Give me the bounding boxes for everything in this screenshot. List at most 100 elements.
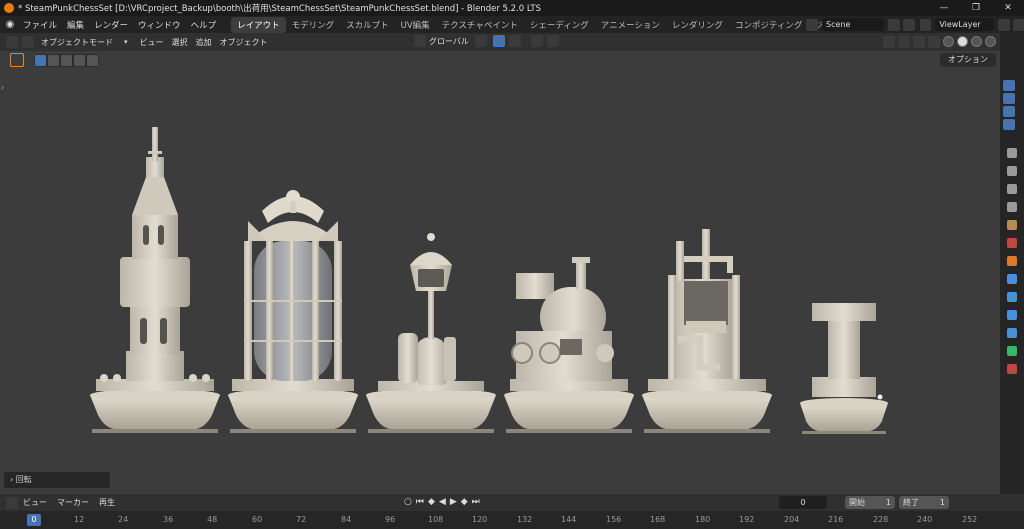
close-button[interactable]: ✕ bbox=[992, 0, 1024, 16]
physics-tab-icon[interactable] bbox=[1007, 310, 1017, 320]
ruler-tick: 168 bbox=[650, 515, 666, 524]
timeline-ruler[interactable]: 0 12 24 36 48 60 72 84 96 108 120 132 14… bbox=[0, 511, 1024, 529]
gizmo-icon[interactable] bbox=[898, 36, 910, 48]
material-shading-icon[interactable] bbox=[971, 36, 982, 47]
transform-orientation-dropdown[interactable]: グローバル bbox=[429, 36, 469, 47]
material-tab-icon[interactable] bbox=[1007, 364, 1017, 374]
pawn-piece[interactable] bbox=[800, 303, 888, 434]
object-tab-icon[interactable] bbox=[1007, 256, 1017, 266]
scene-name-field[interactable]: Scene bbox=[822, 18, 884, 31]
current-frame-field[interactable]: 0 bbox=[779, 496, 827, 509]
jump-start-icon[interactable]: ⏮ bbox=[416, 497, 424, 507]
overlay-icon[interactable] bbox=[913, 36, 925, 48]
constraints-tab-icon[interactable] bbox=[1007, 328, 1017, 338]
tab-modeling[interactable]: モデリング bbox=[286, 17, 341, 33]
snap-target-icon[interactable] bbox=[508, 35, 521, 47]
prev-keyframe-icon[interactable]: ◆ bbox=[428, 497, 435, 507]
timeline-menu-marker[interactable]: マーカー bbox=[52, 497, 94, 508]
editor-type-icon[interactable] bbox=[6, 36, 18, 48]
timeline-menu-view[interactable]: ビュー bbox=[18, 497, 52, 508]
output-tab-icon[interactable] bbox=[1007, 184, 1017, 194]
tab-compositing[interactable]: コンポジティング bbox=[729, 17, 809, 33]
viewlayer-name-field[interactable]: ViewLayer bbox=[935, 18, 995, 31]
play-icon[interactable]: ▶ bbox=[450, 497, 457, 507]
tab-animation[interactable]: アニメーション bbox=[595, 17, 666, 33]
new-viewlayer-icon[interactable] bbox=[998, 18, 1010, 31]
particles-tab-icon[interactable] bbox=[1007, 292, 1017, 302]
tab-uv-editing[interactable]: UV編集 bbox=[395, 17, 436, 33]
maximize-button[interactable]: ❐ bbox=[960, 0, 992, 16]
camera-view-icon[interactable] bbox=[1003, 106, 1015, 117]
scene-tab-icon[interactable] bbox=[1007, 220, 1017, 230]
snap-toggle-icon[interactable] bbox=[492, 35, 505, 47]
bishop-piece[interactable] bbox=[366, 233, 496, 433]
tab-shading[interactable]: シェーディング bbox=[524, 17, 595, 33]
menu-window[interactable]: ウィンドウ bbox=[133, 19, 186, 31]
scene-selector[interactable]: Scene bbox=[806, 17, 916, 32]
select-subtract-icon[interactable] bbox=[61, 54, 72, 66]
viewport-menu-object[interactable]: オブジェクト bbox=[216, 37, 272, 48]
modifier-tab-icon[interactable] bbox=[1007, 274, 1017, 284]
playback-dropdown[interactable]: 再生 bbox=[94, 497, 120, 508]
king-piece[interactable] bbox=[90, 127, 220, 433]
wireframe-shading-icon[interactable] bbox=[943, 36, 954, 47]
last-operator-panel[interactable]: › 回転 bbox=[4, 472, 110, 488]
timeline-editor-icon[interactable] bbox=[6, 496, 18, 509]
record-icon[interactable]: ○ bbox=[404, 497, 412, 507]
end-frame-field[interactable]: 終了 1 bbox=[899, 496, 949, 509]
3d-viewport[interactable]: オプション › › 回転 bbox=[0, 51, 1000, 494]
menu-file[interactable]: ファイル bbox=[18, 19, 62, 31]
menu-help[interactable]: ヘルプ bbox=[186, 19, 222, 31]
minimize-button[interactable]: — bbox=[928, 0, 960, 16]
options-dropdown[interactable]: オプション bbox=[940, 53, 996, 67]
visibility-icon[interactable] bbox=[883, 36, 895, 48]
viewport-menu-add[interactable]: 追加 bbox=[192, 37, 216, 48]
select-extend-icon[interactable] bbox=[48, 54, 59, 66]
chess-pieces-scene bbox=[90, 127, 888, 434]
jump-end-icon[interactable]: ⏭ bbox=[472, 497, 480, 507]
viewport-menu-view[interactable]: ビュー bbox=[136, 37, 168, 48]
select-new-icon[interactable] bbox=[35, 54, 46, 66]
viewlayer-selector[interactable]: ViewLayer bbox=[920, 17, 1024, 32]
world-tab-icon[interactable] bbox=[1007, 238, 1017, 248]
next-keyframe-icon[interactable]: ◆ bbox=[461, 497, 468, 507]
solid-shading-icon[interactable] bbox=[957, 36, 968, 47]
viewport-menu-select[interactable]: 選択 bbox=[168, 37, 192, 48]
rook-piece[interactable] bbox=[642, 229, 772, 433]
camera-view-icon[interactable] bbox=[1003, 80, 1015, 91]
start-frame-field[interactable]: 開始 1 bbox=[845, 496, 895, 509]
select-intersect-icon[interactable] bbox=[87, 54, 98, 66]
ruler-tick: 48 bbox=[207, 515, 218, 524]
xray-icon[interactable] bbox=[928, 36, 940, 48]
tab-sculpt[interactable]: スカルプト bbox=[340, 17, 395, 33]
camera-view-icon[interactable] bbox=[1003, 93, 1015, 104]
ruler-tick: 108 bbox=[428, 515, 444, 524]
select-invert-icon[interactable] bbox=[74, 54, 85, 66]
camera-view-icon[interactable] bbox=[1003, 119, 1015, 130]
view-layer-tab-icon[interactable] bbox=[1007, 202, 1017, 212]
play-reverse-icon[interactable]: ◀ bbox=[439, 497, 446, 507]
blender-menu-icon[interactable]: ◉ bbox=[2, 16, 18, 33]
current-frame-indicator[interactable]: 0 bbox=[27, 514, 41, 526]
tool-tab-icon[interactable] bbox=[1007, 148, 1017, 158]
object-mode-dropdown[interactable]: オブジェクトモード ▾ bbox=[18, 36, 136, 48]
knight-piece[interactable] bbox=[504, 257, 634, 433]
new-scene-icon[interactable] bbox=[903, 18, 915, 31]
ruler-tick: 156 bbox=[606, 515, 622, 524]
falloff-icon[interactable] bbox=[546, 35, 559, 47]
render-tab-icon[interactable] bbox=[1007, 166, 1017, 176]
data-tab-icon[interactable] bbox=[1007, 346, 1017, 356]
tab-rendering[interactable]: レンダリング bbox=[666, 17, 729, 33]
pivot-point-icon[interactable] bbox=[474, 35, 487, 47]
toolbar-expand-icon[interactable]: › bbox=[1, 83, 4, 92]
menu-edit[interactable]: 編集 bbox=[62, 19, 89, 31]
rendered-shading-icon[interactable] bbox=[985, 36, 996, 47]
tab-texture-paint[interactable]: テクスチャペイント bbox=[436, 17, 524, 33]
select-box-tool-icon[interactable] bbox=[10, 53, 24, 67]
pin-icon[interactable] bbox=[888, 18, 900, 31]
tab-layout[interactable]: レイアウト bbox=[231, 16, 286, 33]
remove-viewlayer-icon[interactable] bbox=[1012, 18, 1024, 31]
queen-piece[interactable] bbox=[228, 190, 358, 433]
menu-render[interactable]: レンダー bbox=[89, 19, 133, 31]
proportional-edit-icon[interactable] bbox=[530, 35, 543, 47]
